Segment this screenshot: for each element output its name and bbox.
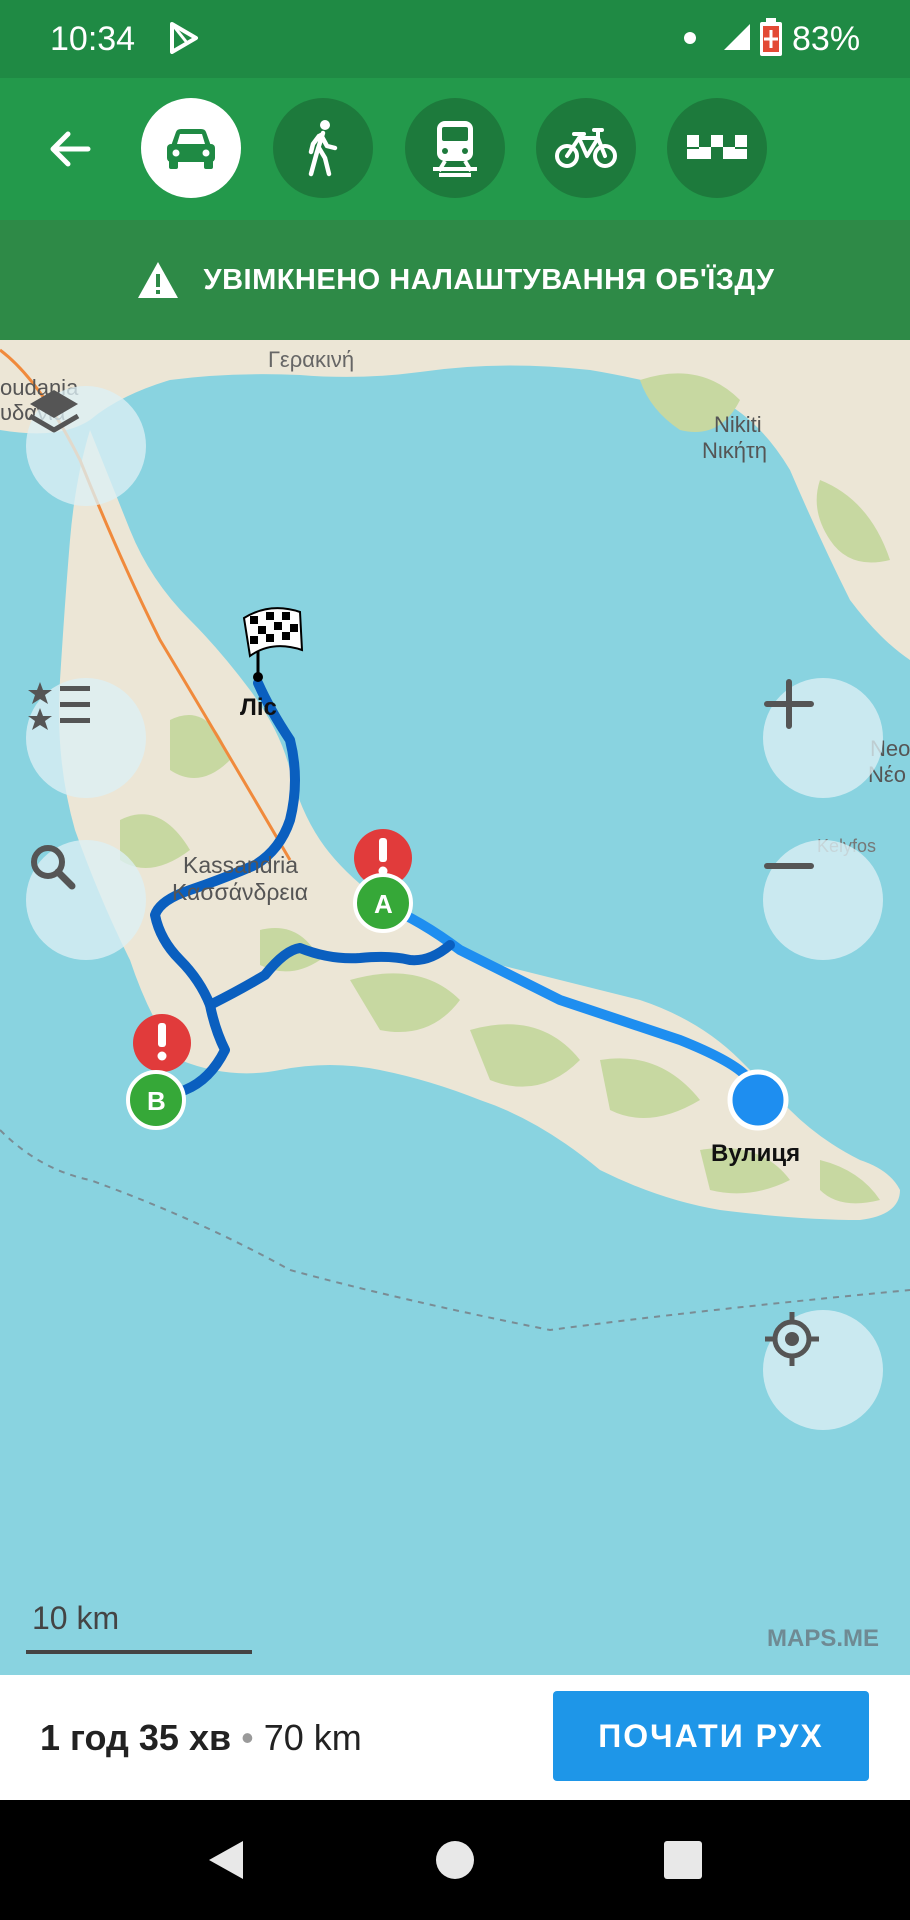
route-duration: 1 год 35 хв [40,1717,232,1758]
battery-percent: 83% [792,20,861,58]
status-bar: 10:34 83% [0,0,910,78]
finish-label: Ліс [240,694,277,721]
notification-dot [684,32,696,44]
scale-bar [26,1650,252,1654]
detour-warning-text: УВІМКНЕНО НАЛАШТУВАННЯ ОБ'ЇЗДУ [203,263,775,296]
nav-home-icon[interactable] [432,1837,478,1883]
finish-flag-icon [242,607,304,682]
bookmarks-list-icon [28,682,90,730]
map-layers-button[interactable] [26,386,146,506]
bike-mode-button[interactable] [536,98,636,198]
taxi-icon [687,135,747,159]
my-location-button[interactable] [763,1310,883,1430]
map-label-gerakini: Гερακινή [268,347,355,372]
route-distance: 70 km [263,1717,362,1758]
nav-recents-icon[interactable] [660,1837,706,1883]
map-label-nikiti-greek: Νικήτη [702,438,767,463]
search-button[interactable] [26,840,146,960]
start-navigation-button[interactable]: ПОЧАТИ РУХ [553,1691,869,1781]
start-label: Вулиця [711,1140,801,1167]
battery-icon [760,18,782,56]
watermark: MAPS.ME [767,1625,880,1652]
back-arrow-icon[interactable] [44,122,98,176]
play-store-icon [170,22,198,54]
minus-icon [764,863,814,869]
separator-dot: • [241,1717,254,1758]
warning-icon [137,262,178,298]
location-target-icon [765,1312,819,1366]
zoom-out-button[interactable] [763,840,883,960]
taxi-mode-button[interactable] [667,98,767,198]
system-nav-bar [0,1800,910,1920]
zoom-in-button[interactable] [763,678,883,798]
marker-b-label: B [147,1086,166,1116]
car-icon [167,129,215,169]
map-label-kassandria-greek: Κασσάνδρεια [172,879,309,905]
bookmarks-button[interactable] [26,678,146,798]
warning-marker-b [133,1014,191,1072]
transport-mode-bar [0,78,910,220]
route-summary-panel: 1 год 35 хв • 70 km ПОЧАТИ РУХ [0,1675,910,1800]
map-label-kassandria: Kassandria [183,852,299,878]
train-icon [433,121,477,177]
car-mode-button[interactable] [141,98,241,198]
map-view[interactable]: Гερακινή Nikiti Νικήτη oudania υδανιά Ka… [0,340,910,1675]
marker-a-label: A [374,889,393,919]
signal-icon [724,24,750,50]
map-canvas [0,340,910,1332]
walk-icon [308,120,338,177]
layers-icon [28,390,80,433]
nav-back-icon[interactable] [203,1837,249,1883]
scale-label: 10 km [32,1600,120,1636]
search-icon [31,845,76,890]
route-info: 1 год 35 хв • 70 km [40,1717,362,1759]
status-time: 10:34 [50,20,136,58]
transit-mode-button[interactable] [405,98,505,198]
walk-mode-button[interactable] [273,98,373,198]
detour-warning-banner: УВІМКНЕНО НАЛАШТУВАННЯ ОБ'ЇЗДУ [0,220,910,340]
map-label-nikiti: Nikiti [714,412,762,437]
plus-icon [764,679,814,729]
bike-icon [555,128,617,168]
current-location-dot [727,1069,789,1131]
